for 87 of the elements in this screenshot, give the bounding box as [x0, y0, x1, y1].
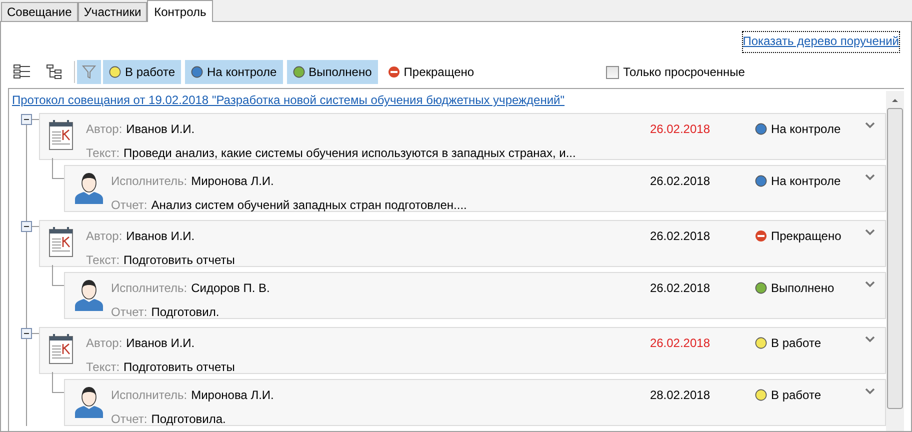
status-label: Выполнено: [771, 280, 834, 297]
chevron-down-icon[interactable]: [865, 336, 875, 343]
status-label: На контроле: [771, 173, 841, 190]
field-label: Автор:: [86, 228, 122, 245]
tab[interactable]: Совещание: [1, 2, 78, 21]
status-label: В работе: [771, 335, 822, 352]
status-label: На контроле: [771, 121, 841, 138]
show-tree-link[interactable]: Показать дерево поручений: [742, 32, 899, 52]
due-date: 28.02.2018: [648, 387, 710, 404]
tab[interactable]: Контроль: [147, 0, 214, 22]
status-dot-icon: [755, 282, 767, 294]
field-value: Сидоров П. В.: [191, 280, 270, 297]
status-dot-icon: [109, 66, 121, 78]
stop-icon: [388, 66, 400, 78]
field-value: Миронова Л.И.: [191, 387, 274, 404]
collapse-all-icon[interactable]: [46, 64, 64, 80]
field-label: Автор:: [86, 335, 122, 352]
task-card[interactable]: Исполнитель: Сидоров П. В. Отчет: Подготовил. 26.02.2018 Выполнено: [64, 272, 886, 319]
checkbox-label: Только просроченные: [623, 64, 745, 81]
filter-label: Выполнено: [308, 64, 372, 81]
tab[interactable]: Участники: [78, 2, 148, 21]
status-dot-icon: [755, 175, 767, 187]
expand-all-icon[interactable]: [13, 64, 31, 80]
checkbox[interactable]: [606, 66, 620, 78]
status-filter-button[interactable]: На контроле: [185, 60, 283, 84]
meeting-protocol-link[interactable]: Протокол совещания от 19.02.2018 "Разработка новой системы обучения бюджетных учреждений": [12, 91, 565, 109]
field-value: Подготовить отчеты: [124, 252, 235, 269]
field-label: Исполнитель:: [111, 387, 188, 404]
task-card[interactable]: Автор: Иванов И.И. Текст: Проведи анализ, какие системы обучения используются в западных странах, и... 26.02.2018 На контроле: [39, 113, 886, 160]
due-date: 26.02.2018: [648, 228, 710, 245]
due-date: 26.02.2018: [648, 121, 710, 138]
task-card[interactable]: Исполнитель: Миронова Л.И. Отчет: Подготовила. 28.02.2018 В работе: [64, 379, 886, 426]
chevron-down-icon[interactable]: [865, 229, 875, 236]
chevron-down-icon[interactable]: [865, 388, 875, 395]
status-label: В работе: [771, 387, 822, 404]
field-value: Подготовил.: [151, 304, 220, 321]
task-card[interactable]: Автор: Иванов И.И. Текст: Подготовить отчеты 26.02.2018 Прекращено: [39, 220, 886, 267]
status-dot-icon: [292, 66, 305, 78]
filter-label: В работе: [125, 64, 176, 81]
field-label: Исполнитель:: [111, 173, 188, 190]
field-value: Подготовила.: [151, 411, 226, 428]
status-filter-button[interactable]: Прекращено: [382, 60, 480, 84]
filter-button[interactable]: [77, 60, 101, 84]
filter-label: На контроле: [207, 64, 277, 81]
filter-icon: [82, 65, 96, 79]
collapse-icon[interactable]: [21, 114, 32, 125]
field-value: Анализ систем обучений западных стран подготовлен....: [151, 197, 467, 214]
collapse-icon[interactable]: [21, 328, 32, 339]
field-value: Проведи анализ, какие системы обучения используются в западных странах, и...: [124, 145, 576, 162]
document-icon: [49, 227, 73, 257]
document-icon: [49, 120, 73, 150]
field-label: Исполнитель:: [111, 280, 188, 297]
chevron-down-icon[interactable]: [865, 281, 875, 288]
status-dot-icon: [755, 337, 767, 349]
due-date: 26.02.2018: [648, 173, 710, 190]
chevron-down-icon[interactable]: [865, 122, 875, 129]
collapse-icon[interactable]: [21, 221, 32, 232]
field-label: Отчет:: [111, 411, 148, 428]
person-icon: [74, 386, 104, 418]
due-date: 26.02.2018: [648, 280, 710, 297]
task-card[interactable]: Исполнитель: Миронова Л.И. Отчет: Анализ систем обучений западных стран подготовлен.... 26.02.2018 На контроле: [64, 165, 886, 212]
status-filter-button[interactable]: Выполнено: [286, 60, 378, 84]
due-date: 26.02.2018: [648, 335, 710, 352]
document-icon: [49, 334, 73, 364]
field-label: Автор:: [86, 121, 122, 138]
task-card[interactable]: Автор: Иванов И.И. Текст: Подготовить отчеты 26.02.2018 В работе: [39, 327, 886, 374]
field-value: Иванов И.И.: [126, 335, 195, 352]
filter-label: Прекращено: [404, 64, 474, 81]
field-value: Иванов И.И.: [126, 121, 195, 138]
chevron-down-icon[interactable]: [865, 174, 875, 181]
status-dot-icon: [191, 66, 204, 78]
status-filter-button[interactable]: В работе: [103, 60, 182, 84]
field-value: Миронова Л.И.: [191, 173, 274, 190]
person-icon: [74, 279, 104, 311]
field-label: Текст:: [86, 145, 120, 162]
field-label: Отчет:: [111, 304, 148, 321]
status-label: Прекращено: [771, 228, 842, 245]
scrollbar-drawing[interactable]: [886, 91, 904, 431]
person-icon: [74, 172, 104, 204]
status-dot-icon: [755, 123, 767, 135]
status-dot-icon: [755, 389, 767, 401]
field-value: Подготовить отчеты: [124, 359, 235, 376]
field-label: Отчет:: [111, 197, 148, 214]
stop-icon: [755, 230, 767, 242]
field-label: Текст:: [86, 359, 120, 376]
field-value: Иванов И.И.: [126, 228, 195, 245]
field-label: Текст:: [86, 252, 120, 269]
